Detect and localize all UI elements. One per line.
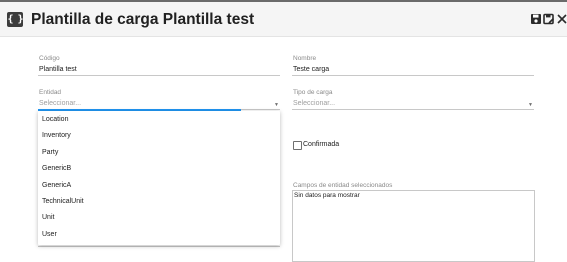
nombre-label: Nombre	[293, 55, 317, 62]
entidad-select[interactable]: Seleccionar...	[39, 100, 81, 107]
entidad-option-unit[interactable]: Unit	[38, 211, 280, 227]
tipo-carga-dropdown-arrow-icon[interactable]: ▼	[528, 102, 533, 108]
nombre-underline	[292, 75, 534, 76]
campos-label: Campos de entidad seleccionados	[293, 182, 393, 189]
campos-empty-text: Sin datos para mostrar	[294, 192, 360, 199]
campos-list: Sin datos para mostrar	[292, 190, 535, 262]
codigo-underline	[38, 75, 280, 76]
save-as-button[interactable]	[543, 13, 555, 25]
entidad-option-generica[interactable]: GenericA	[38, 179, 280, 195]
save-icon	[531, 14, 541, 24]
entidad-option-user[interactable]: User	[38, 228, 280, 244]
entidad-option-inventory[interactable]: Inventory	[38, 129, 280, 145]
tipo-carga-underline	[292, 109, 534, 110]
save-button[interactable]	[530, 13, 542, 25]
tipo-carga-label: Tipo de carga	[293, 89, 333, 96]
save-as-icon	[543, 13, 555, 25]
page-title: Plantilla de carga Plantilla test	[31, 11, 255, 28]
entidad-option-party[interactable]: Party	[38, 146, 280, 162]
entidad-option-location[interactable]: Location	[38, 113, 280, 129]
left-field-underline	[38, 246, 280, 247]
entidad-option-technicalunit[interactable]: TechnicalUnit	[38, 195, 280, 211]
close-button[interactable]	[556, 13, 567, 25]
page-header: { } Plantilla de carga Plantilla test	[0, 2, 567, 37]
codigo-label: Código	[39, 55, 60, 62]
entidad-option-genericb[interactable]: GenericB	[38, 162, 280, 178]
nombre-input[interactable]: Teste carga	[293, 66, 329, 73]
confirmada-checkbox[interactable]	[293, 141, 302, 150]
braces-logo-icon: { }	[7, 12, 24, 27]
entidad-dropdown-menu: Location Inventory Party GenericB Generi…	[38, 111, 280, 245]
close-icon	[557, 14, 567, 24]
confirmada-label: Confirmada	[303, 141, 340, 148]
entidad-dropdown-arrow-icon[interactable]: ▼	[274, 102, 279, 108]
entidad-label: Entidad	[39, 89, 62, 96]
tipo-carga-select[interactable]: Seleccionar...	[293, 100, 335, 107]
codigo-input[interactable]: Plantilla test	[39, 66, 77, 73]
